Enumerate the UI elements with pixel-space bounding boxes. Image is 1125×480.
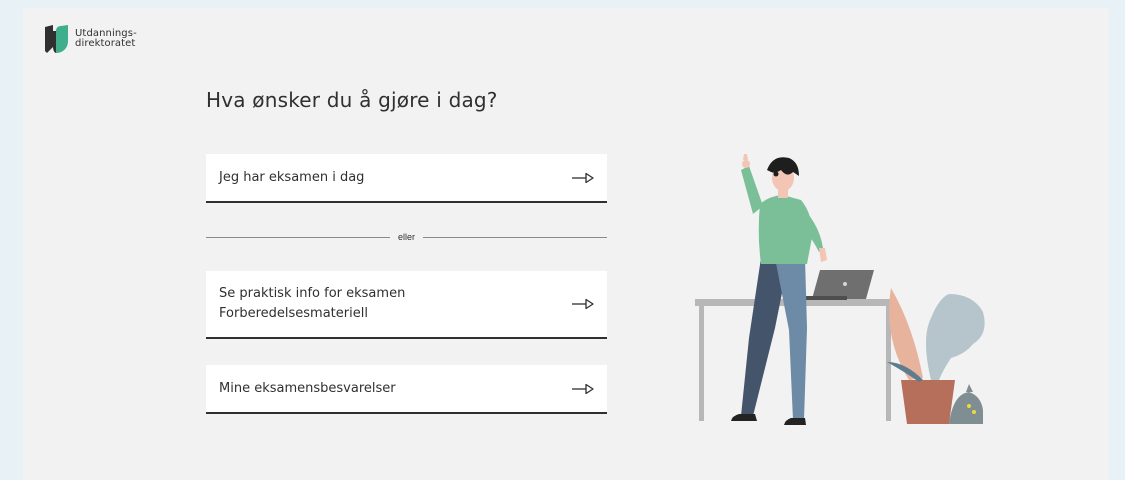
main-panel: Utdannings- direktoratet Hva ønsker du å… bbox=[23, 8, 1109, 480]
option-exam-today[interactable]: Jeg har eksamen i dag bbox=[206, 154, 607, 203]
page-title: Hva ønsker du å gjøre i dag? bbox=[206, 88, 498, 112]
logo-text-line2: direktoratet bbox=[75, 38, 136, 49]
option-label-line: Mine eksamensbesvarelser bbox=[219, 380, 396, 396]
option-label-line: Jeg har eksamen i dag bbox=[219, 169, 365, 185]
option-label: Mine eksamensbesvarelser bbox=[219, 379, 396, 399]
arrow-right-icon bbox=[572, 383, 594, 394]
arrow-right-icon bbox=[572, 172, 594, 183]
logo[interactable]: Utdannings- direktoratet bbox=[45, 25, 137, 53]
divider-text: eller bbox=[398, 232, 416, 242]
option-my-exam-answers[interactable]: Mine eksamensbesvarelser bbox=[206, 365, 607, 414]
divider-line-left bbox=[206, 236, 390, 238]
option-label-line: Forberedelsesmateriell bbox=[219, 306, 368, 321]
option-practical-info[interactable]: Se praktisk info for eksamen Forberedels… bbox=[206, 271, 607, 339]
option-label-line: Se praktisk info for eksamen bbox=[219, 286, 406, 301]
person-at-desk-illustration bbox=[695, 154, 985, 425]
option-label: Jeg har eksamen i dag bbox=[219, 168, 364, 188]
logo-mark-icon bbox=[45, 25, 68, 53]
option-label: Se praktisk info for eksamen Forberedels… bbox=[219, 284, 405, 324]
logo-text: Utdannings- direktoratet bbox=[75, 29, 137, 49]
arrow-right-icon bbox=[572, 298, 594, 310]
divider-line-right bbox=[423, 236, 608, 238]
or-divider: eller bbox=[206, 230, 608, 244]
